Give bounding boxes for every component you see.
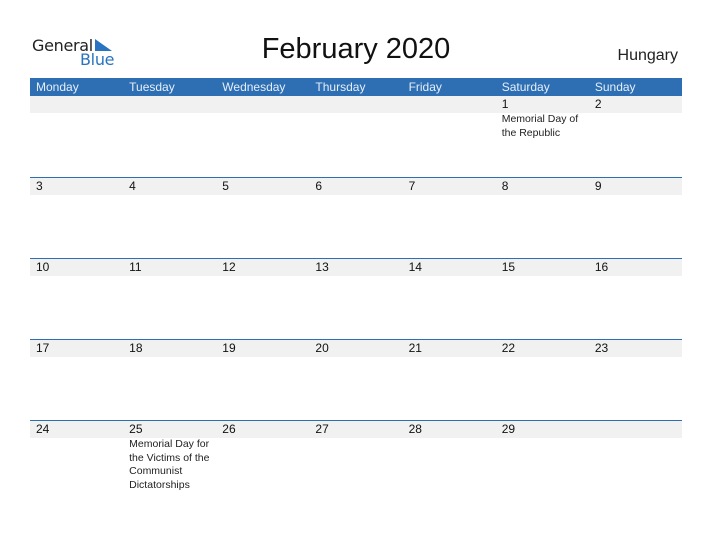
weekday-sunday: Sunday bbox=[594, 80, 636, 94]
weekday-tuesday: Tuesday bbox=[129, 80, 175, 94]
day-cell: 5 bbox=[216, 178, 309, 258]
day-number bbox=[129, 96, 216, 113]
day-number: 1 bbox=[501, 97, 509, 111]
day-cell: 15 bbox=[496, 259, 589, 339]
week-row: 24 25 Memorial Day for the Victims of the … bbox=[30, 420, 682, 501]
country-label: Hungary bbox=[617, 47, 678, 64]
day-cell: 17 bbox=[30, 340, 123, 420]
day-cell bbox=[589, 421, 682, 501]
day-cell bbox=[30, 96, 123, 177]
weekday-wednesday: Wednesday bbox=[222, 80, 286, 94]
day-number bbox=[315, 96, 402, 113]
holiday-event: Memorial Day for the Victims of the Comm… bbox=[129, 438, 210, 491]
day-cell: 21 bbox=[403, 340, 496, 420]
day-cell: 26 bbox=[216, 421, 309, 501]
day-cell: 2 bbox=[589, 96, 682, 177]
weekday-header: Monday Tuesday Wednesday Thursday Friday Satu… bbox=[30, 78, 682, 96]
day-cell: 8 bbox=[496, 178, 589, 258]
day-number: 12 bbox=[222, 260, 236, 274]
day-cell: 25 Memorial Day for the Victims of the Co… bbox=[123, 421, 216, 501]
weekday-saturday: Saturday bbox=[501, 80, 550, 94]
day-cell bbox=[216, 96, 309, 177]
week-row: 10 11 12 13 14 15 16 bbox=[30, 258, 682, 339]
day-cell: 16 bbox=[589, 259, 682, 339]
day-cell bbox=[123, 96, 216, 177]
weekday-monday: Monday bbox=[36, 80, 79, 94]
day-cell: 3 bbox=[30, 178, 123, 258]
day-cell: 14 bbox=[403, 259, 496, 339]
calendar-grid: Monday Tuesday Wednesday Thursday Friday Satu… bbox=[30, 78, 682, 501]
day-number: 22 bbox=[501, 341, 516, 355]
day-number: 2 bbox=[594, 97, 602, 111]
day-number: 3 bbox=[36, 179, 43, 193]
day-cell: 10 bbox=[30, 259, 123, 339]
day-cell: 22 bbox=[496, 340, 589, 420]
day-number bbox=[36, 96, 123, 113]
day-number: 7 bbox=[408, 179, 416, 193]
day-number bbox=[409, 96, 496, 113]
weekday-thursday: Thursday bbox=[315, 80, 366, 94]
day-cell: 11 bbox=[123, 259, 216, 339]
day-number: 9 bbox=[594, 179, 602, 193]
day-number: 27 bbox=[315, 422, 329, 436]
day-cell: 24 bbox=[30, 421, 123, 501]
day-number: 11 bbox=[129, 260, 142, 274]
day-cell: 1 Memorial Day of the Republic bbox=[496, 96, 589, 177]
day-number: 19 bbox=[222, 341, 236, 355]
day-number bbox=[595, 421, 682, 438]
day-cell: 20 bbox=[309, 340, 402, 420]
day-number: 14 bbox=[408, 260, 422, 274]
day-number: 10 bbox=[36, 260, 50, 274]
day-number: 23 bbox=[594, 341, 609, 355]
day-cell: 18 bbox=[123, 340, 216, 420]
week-row: 3 4 5 6 7 8 9 bbox=[30, 177, 682, 258]
day-number bbox=[222, 96, 309, 113]
day-cell: 9 bbox=[589, 178, 682, 258]
holiday-event: Memorial Day of the Republic bbox=[501, 113, 579, 139]
day-cell bbox=[403, 96, 496, 177]
day-cell: 19 bbox=[216, 340, 309, 420]
week-row: 1 Memorial Day of the Republic 2 bbox=[30, 96, 682, 177]
day-cell: 13 bbox=[309, 259, 402, 339]
weekday-friday: Friday bbox=[408, 80, 442, 94]
day-cell bbox=[309, 96, 402, 177]
day-number: 4 bbox=[129, 179, 136, 193]
day-cell: 7 bbox=[403, 178, 496, 258]
day-number: 17 bbox=[36, 341, 50, 355]
day-cell: 6 bbox=[309, 178, 402, 258]
weeks-container: 1 Memorial Day of the Republic 2 3 4 5 6 7 8 9 10 1… bbox=[30, 96, 682, 501]
day-number: 24 bbox=[36, 422, 50, 436]
day-number: 28 bbox=[408, 422, 422, 436]
day-number: 18 bbox=[129, 341, 143, 355]
day-number: 6 bbox=[315, 179, 323, 193]
day-number: 29 bbox=[501, 422, 516, 436]
day-number: 25 bbox=[129, 422, 143, 436]
day-number: 8 bbox=[501, 179, 509, 193]
day-number: 20 bbox=[315, 341, 329, 355]
week-row: 17 18 19 20 21 22 23 bbox=[30, 339, 682, 420]
day-cell: 28 bbox=[403, 421, 496, 501]
day-number: 13 bbox=[315, 260, 329, 274]
day-number: 16 bbox=[594, 260, 609, 274]
day-cell: 29 bbox=[496, 421, 589, 501]
day-cell: 27 bbox=[309, 421, 402, 501]
day-number: 26 bbox=[222, 422, 236, 436]
day-number: 5 bbox=[222, 179, 229, 193]
calendar-title: February 2020 bbox=[261, 33, 451, 65]
day-cell: 12 bbox=[216, 259, 309, 339]
day-cell: 23 bbox=[589, 340, 682, 420]
day-number: 21 bbox=[408, 341, 422, 355]
day-cell: 4 bbox=[123, 178, 216, 258]
day-number: 15 bbox=[501, 260, 516, 274]
